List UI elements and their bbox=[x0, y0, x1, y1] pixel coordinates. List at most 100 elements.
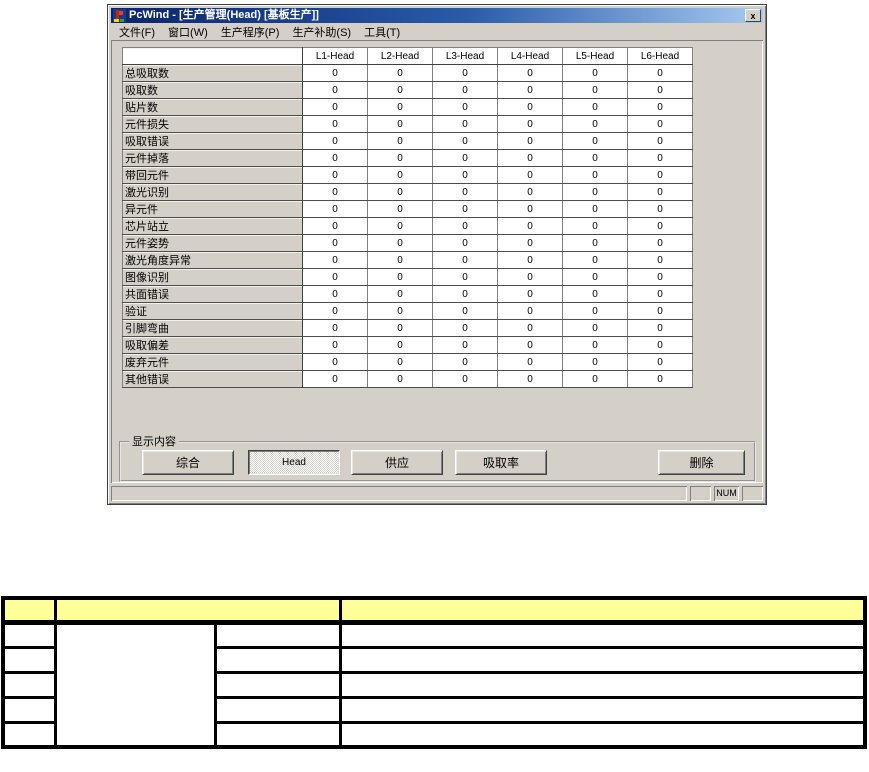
value-cell: 0 bbox=[497, 336, 563, 354]
value-cell: 0 bbox=[627, 64, 693, 82]
value-cell: 0 bbox=[367, 81, 433, 99]
value-cell: 0 bbox=[367, 302, 433, 320]
value-cell: 0 bbox=[302, 302, 368, 320]
value-cell: 0 bbox=[627, 234, 693, 252]
stats-table-body: 总吸取数 0 0 0 0 0 0 吸取数 0 0 0 0 0 0 贴片数 0 0 0 0 0 0 元件损失 0 0 0 0 0 0 吸取… bbox=[122, 64, 693, 388]
value-cell: 0 bbox=[497, 302, 563, 320]
table-row: 贴片数 0 0 0 0 0 0 bbox=[122, 98, 693, 116]
column-header: L2-Head bbox=[367, 47, 433, 65]
table-row: 共面错误 0 0 0 0 0 0 bbox=[122, 285, 693, 303]
value-cell: 0 bbox=[627, 285, 693, 303]
annotation-cell bbox=[1, 620, 57, 649]
value-cell: 0 bbox=[627, 183, 693, 201]
value-cell: 0 bbox=[562, 268, 628, 286]
value-cell: 0 bbox=[302, 285, 368, 303]
value-cell: 0 bbox=[562, 217, 628, 235]
menu-item-4[interactable]: 生产补助(S) bbox=[287, 23, 356, 41]
delete-button[interactable]: 删除 bbox=[658, 450, 745, 475]
value-cell: 0 bbox=[627, 319, 693, 337]
value-cell: 0 bbox=[627, 81, 693, 99]
row-label: 异元件 bbox=[122, 200, 303, 218]
annotation-header-cell-3 bbox=[338, 596, 867, 625]
value-cell: 0 bbox=[627, 302, 693, 320]
value-cell: 0 bbox=[367, 166, 433, 184]
value-cell: 0 bbox=[432, 234, 498, 252]
value-cell: 0 bbox=[302, 370, 368, 388]
table-row: 元件姿势 0 0 0 0 0 0 bbox=[122, 234, 693, 252]
annotation-cell bbox=[338, 670, 867, 699]
annotation-header-cell-2 bbox=[53, 596, 342, 625]
value-cell: 0 bbox=[302, 353, 368, 371]
annotation-cell bbox=[1, 670, 57, 699]
value-cell: 0 bbox=[562, 166, 628, 184]
table-row: 吸取偏差 0 0 0 0 0 0 bbox=[122, 336, 693, 354]
annotation-cell bbox=[213, 720, 342, 749]
value-cell: 0 bbox=[497, 166, 563, 184]
status-panel-2 bbox=[742, 486, 763, 501]
value-cell: 0 bbox=[432, 353, 498, 371]
annotation-cell bbox=[213, 695, 342, 724]
value-cell: 0 bbox=[367, 64, 433, 82]
value-cell: 0 bbox=[627, 200, 693, 218]
table-row: 激光识别 0 0 0 0 0 0 bbox=[122, 183, 693, 201]
row-label: 废弃元件 bbox=[122, 353, 303, 371]
annotation-cell bbox=[338, 645, 867, 674]
annotation-header-cell-1 bbox=[1, 596, 57, 625]
value-cell: 0 bbox=[627, 217, 693, 235]
value-cell: 0 bbox=[497, 217, 563, 235]
value-cell: 0 bbox=[367, 285, 433, 303]
value-cell: 0 bbox=[302, 268, 368, 286]
display-button-1[interactable]: 综合 bbox=[142, 450, 234, 475]
value-cell: 0 bbox=[302, 251, 368, 269]
value-cell: 0 bbox=[497, 183, 563, 201]
annotation-header-row bbox=[1, 596, 867, 625]
table-row: 激光角度异常 0 0 0 0 0 0 bbox=[122, 251, 693, 269]
value-cell: 0 bbox=[432, 370, 498, 388]
row-label: 吸取数 bbox=[122, 81, 303, 99]
column-header: L5-Head bbox=[562, 47, 628, 65]
menu-item-5[interactable]: 工具(T) bbox=[359, 23, 405, 41]
display-button-4[interactable]: 吸取率 bbox=[455, 450, 547, 475]
value-cell: 0 bbox=[562, 336, 628, 354]
corner-cell bbox=[122, 47, 303, 65]
value-cell: 0 bbox=[302, 217, 368, 235]
close-button[interactable]: x bbox=[745, 9, 761, 22]
annotation-cell bbox=[213, 670, 342, 699]
client-area: L1-Head L2-Head L3-Head L4-Head L5-Head L6-He… bbox=[111, 40, 763, 483]
menu-bar: 文件(F) 窗口(W) 生产程序(P) 生产补助(S) 工具(T) bbox=[111, 23, 763, 40]
menu-item-3[interactable]: 生产程序(P) bbox=[216, 23, 285, 41]
table-row: 验证 0 0 0 0 0 0 bbox=[122, 302, 693, 320]
value-cell: 0 bbox=[432, 319, 498, 337]
value-cell: 0 bbox=[302, 234, 368, 252]
value-cell: 0 bbox=[302, 81, 368, 99]
value-cell: 0 bbox=[627, 115, 693, 133]
value-cell: 0 bbox=[497, 115, 563, 133]
value-cell: 0 bbox=[627, 98, 693, 116]
value-cell: 0 bbox=[367, 149, 433, 167]
annotation-cell bbox=[213, 645, 342, 674]
value-cell: 0 bbox=[497, 98, 563, 116]
title-bar[interactable]: PcWind - [生产管理(Head) [基板生产]] x bbox=[111, 8, 763, 23]
value-cell: 0 bbox=[367, 234, 433, 252]
value-cell: 0 bbox=[497, 285, 563, 303]
page: PcWind - [生产管理(Head) [基板生产]] x 文件(F) 窗口(W… bbox=[0, 0, 869, 772]
menu-item-1[interactable]: 文件(F) bbox=[114, 23, 160, 41]
annotation-cell bbox=[338, 695, 867, 724]
app-icon bbox=[113, 9, 126, 22]
value-cell: 0 bbox=[302, 149, 368, 167]
column-header: L3-Head bbox=[432, 47, 498, 65]
display-button-2[interactable]: Head bbox=[248, 450, 340, 475]
row-label: 带回元件 bbox=[122, 166, 303, 184]
column-header: L4-Head bbox=[497, 47, 563, 65]
status-bar: NUM bbox=[111, 483, 763, 501]
value-cell: 0 bbox=[627, 336, 693, 354]
row-label: 总吸取数 bbox=[122, 64, 303, 82]
num-lock-indicator: NUM bbox=[714, 486, 739, 501]
value-cell: 0 bbox=[432, 336, 498, 354]
row-label: 芯片站立 bbox=[122, 217, 303, 235]
menu-item-2[interactable]: 窗口(W) bbox=[163, 23, 213, 41]
table-row: 芯片站立 0 0 0 0 0 0 bbox=[122, 217, 693, 235]
value-cell: 0 bbox=[302, 64, 368, 82]
display-button-3[interactable]: 供应 bbox=[351, 450, 443, 475]
value-cell: 0 bbox=[367, 370, 433, 388]
